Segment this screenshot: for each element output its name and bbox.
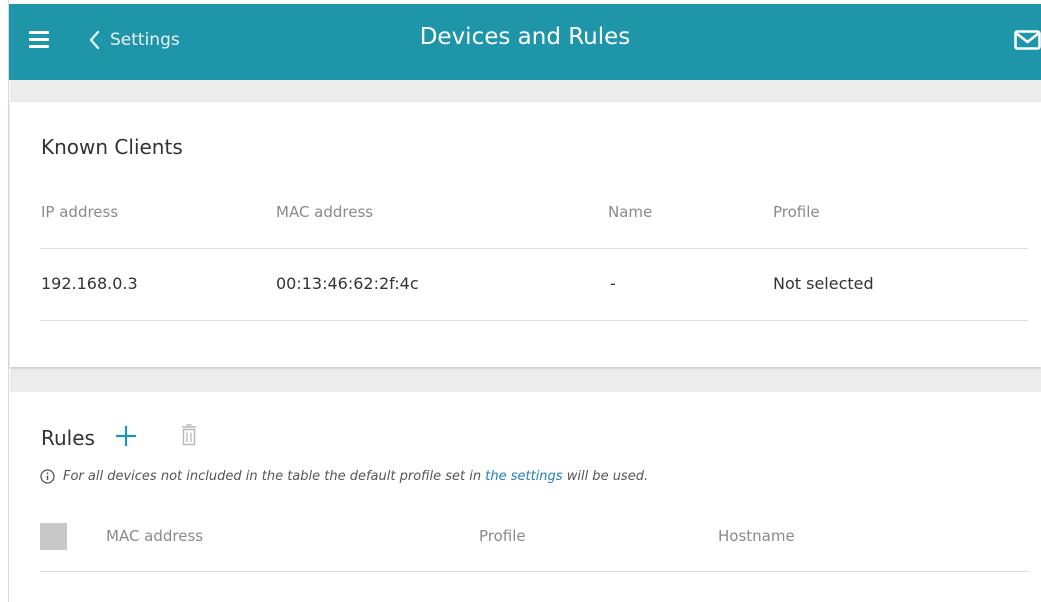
rules-column-header-hostname: Hostname: [718, 527, 795, 545]
client-name-cell: -: [610, 274, 616, 293]
plus-icon[interactable]: [115, 425, 137, 447]
info-circle-icon: [40, 469, 55, 484]
table-header-divider: [40, 248, 1028, 249]
default-profile-note: For all devices not included in the tabl…: [40, 469, 648, 484]
column-header-profile: Profile: [773, 203, 820, 221]
column-header-ip: IP address: [41, 203, 119, 221]
section-gap: [10, 367, 1041, 392]
trash-icon[interactable]: [180, 424, 198, 446]
known-clients-section: Known Clients IP address MAC address Nam…: [10, 102, 1041, 367]
app-header: Settings Devices and Rules: [9, 4, 1041, 80]
rules-section: Rules For all devices not included in th…: [10, 392, 1041, 602]
column-header-name: Name: [608, 203, 653, 221]
client-profile-cell: Not selected: [773, 274, 874, 293]
table-row-divider: [40, 320, 1028, 321]
rules-table-divider: [40, 571, 1028, 572]
rules-column-header-profile: Profile: [479, 527, 526, 545]
content-background: [10, 80, 1041, 102]
rules-title: Rules: [41, 426, 95, 450]
known-clients-title: Known Clients: [41, 135, 183, 159]
column-header-mac: MAC address: [276, 203, 374, 221]
page-title: Devices and Rules: [419, 24, 631, 50]
select-all-checkbox[interactable]: [40, 523, 67, 550]
rules-column-header-mac: MAC address: [106, 527, 204, 545]
note-text-suffix: will be used.: [562, 469, 649, 484]
settings-link[interactable]: the settings: [485, 469, 562, 484]
client-mac-cell: 00:13:46:62:2f:4c: [276, 274, 419, 293]
envelope-icon[interactable]: [1014, 30, 1041, 50]
window-left-edge: [0, 0, 9, 602]
note-text-prefix: For all devices not included in the tabl…: [63, 469, 486, 484]
client-ip-cell: 192.168.0.3: [41, 274, 138, 293]
